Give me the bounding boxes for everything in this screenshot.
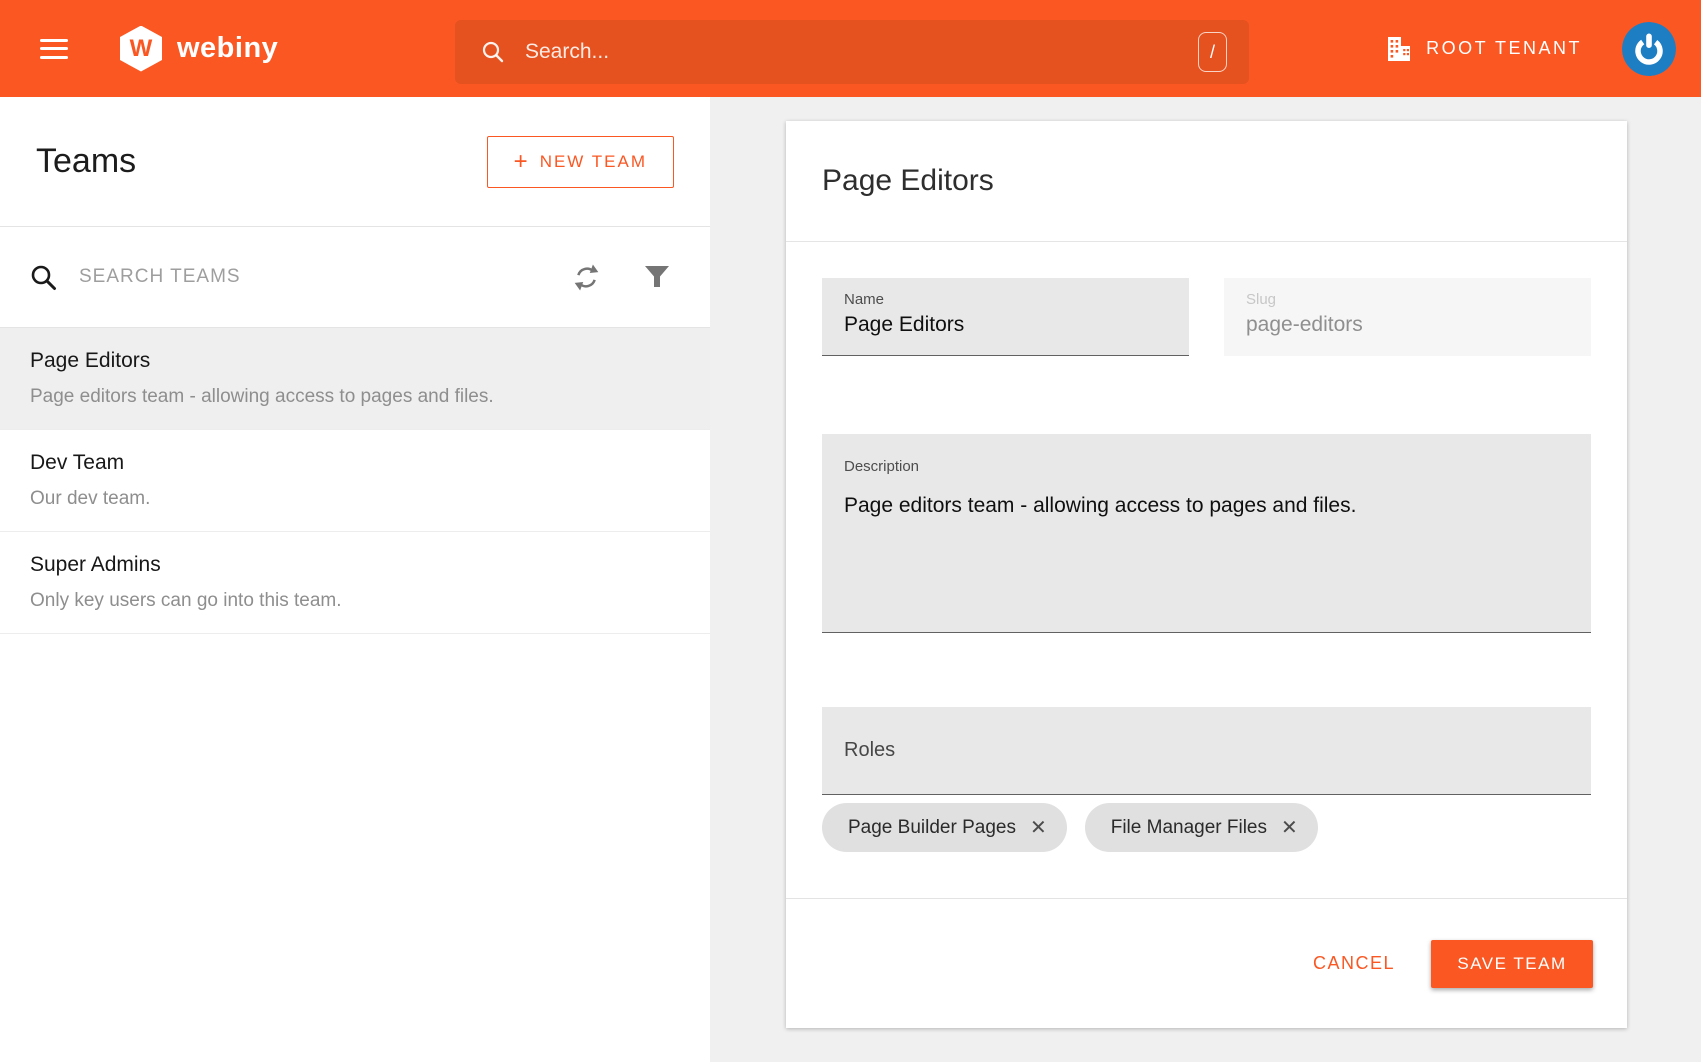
webiny-wordmark: webiny xyxy=(177,32,278,65)
team-form-body: Name Slug Description Page editors team … xyxy=(786,242,1627,852)
team-list-item-dev-team[interactable]: Dev Team Our dev team. xyxy=(0,430,710,532)
page-title: Teams xyxy=(36,142,136,181)
teams-list-panel: Teams + NEW TEAM Pag xyxy=(0,97,710,1062)
description-value: Page editors team - allowing access to p… xyxy=(844,494,1569,518)
team-form-footer: CANCEL SAVE TEAM xyxy=(786,898,1627,1028)
team-name: Super Admins xyxy=(30,553,680,577)
top-bar-right: ROOT TENANT xyxy=(1379,0,1676,97)
webiny-hexagon-icon: W xyxy=(120,26,162,72)
power-icon xyxy=(1622,22,1676,76)
roles-chip-row: Page Builder Pages ✕ File Manager Files … xyxy=(822,803,1591,852)
team-details-area: Page Editors Name Slug Description Page … xyxy=(710,97,1701,1062)
role-chip-page-builder-pages: Page Builder Pages ✕ xyxy=(822,803,1067,852)
top-app-bar: W webiny / xyxy=(0,0,1701,97)
team-list-item-super-admins[interactable]: Super Admins Only key users can go into … xyxy=(0,532,710,634)
webiny-logo[interactable]: W webiny xyxy=(120,26,278,72)
role-chip-file-manager-files: File Manager Files ✕ xyxy=(1085,803,1318,852)
team-form-header: Page Editors xyxy=(786,121,1627,242)
menu-icon[interactable] xyxy=(40,39,68,59)
team-description: Page editors team - allowing access to p… xyxy=(30,386,680,408)
teams-panel-header: Teams + NEW TEAM xyxy=(0,97,710,227)
global-search-input[interactable] xyxy=(523,39,1198,65)
tenant-selector[interactable]: ROOT TENANT xyxy=(1379,35,1588,63)
filter-icon[interactable] xyxy=(644,265,670,290)
slug-field: Slug xyxy=(1224,278,1591,356)
search-icon xyxy=(30,264,57,291)
description-field[interactable]: Description Page editors team - allowing… xyxy=(822,434,1591,633)
slug-input xyxy=(1246,313,1566,337)
team-list-item-page-editors[interactable]: Page Editors Page editors team - allowin… xyxy=(0,328,710,430)
team-description: Only key users can go into this team. xyxy=(30,590,680,612)
team-name: Dev Team xyxy=(30,451,680,475)
cancel-button[interactable]: CANCEL xyxy=(1307,952,1401,975)
team-form-title: Page Editors xyxy=(822,164,994,198)
plus-icon: + xyxy=(514,150,528,174)
name-field[interactable]: Name xyxy=(822,278,1189,356)
chip-label: Page Builder Pages xyxy=(848,817,1016,839)
name-input[interactable] xyxy=(844,313,1164,337)
team-name: Page Editors xyxy=(30,349,680,373)
team-form-card: Page Editors Name Slug Description Page … xyxy=(786,121,1627,1028)
chip-remove-icon[interactable]: ✕ xyxy=(1281,818,1298,838)
teams-search-input[interactable] xyxy=(77,265,571,289)
roles-label: Roles xyxy=(844,739,895,762)
save-team-button[interactable]: SAVE TEAM xyxy=(1431,940,1593,988)
team-description: Our dev team. xyxy=(30,488,680,510)
user-avatar[interactable] xyxy=(1622,22,1676,76)
roles-select[interactable]: Roles xyxy=(822,707,1591,795)
tenant-label: ROOT TENANT xyxy=(1426,38,1582,59)
global-search-bar[interactable]: / xyxy=(455,20,1249,84)
chip-remove-icon[interactable]: ✕ xyxy=(1030,818,1047,838)
search-icon xyxy=(481,40,505,64)
building-icon xyxy=(1385,36,1413,62)
slug-field-label: Slug xyxy=(1246,291,1591,308)
refresh-icon[interactable] xyxy=(571,262,602,293)
name-field-label: Name xyxy=(844,291,1189,308)
search-shortcut-badge: / xyxy=(1198,32,1227,72)
chip-label: File Manager Files xyxy=(1111,817,1267,839)
new-team-button[interactable]: + NEW TEAM xyxy=(487,136,674,188)
teams-search-row xyxy=(0,227,710,328)
description-field-label: Description xyxy=(844,458,1569,475)
